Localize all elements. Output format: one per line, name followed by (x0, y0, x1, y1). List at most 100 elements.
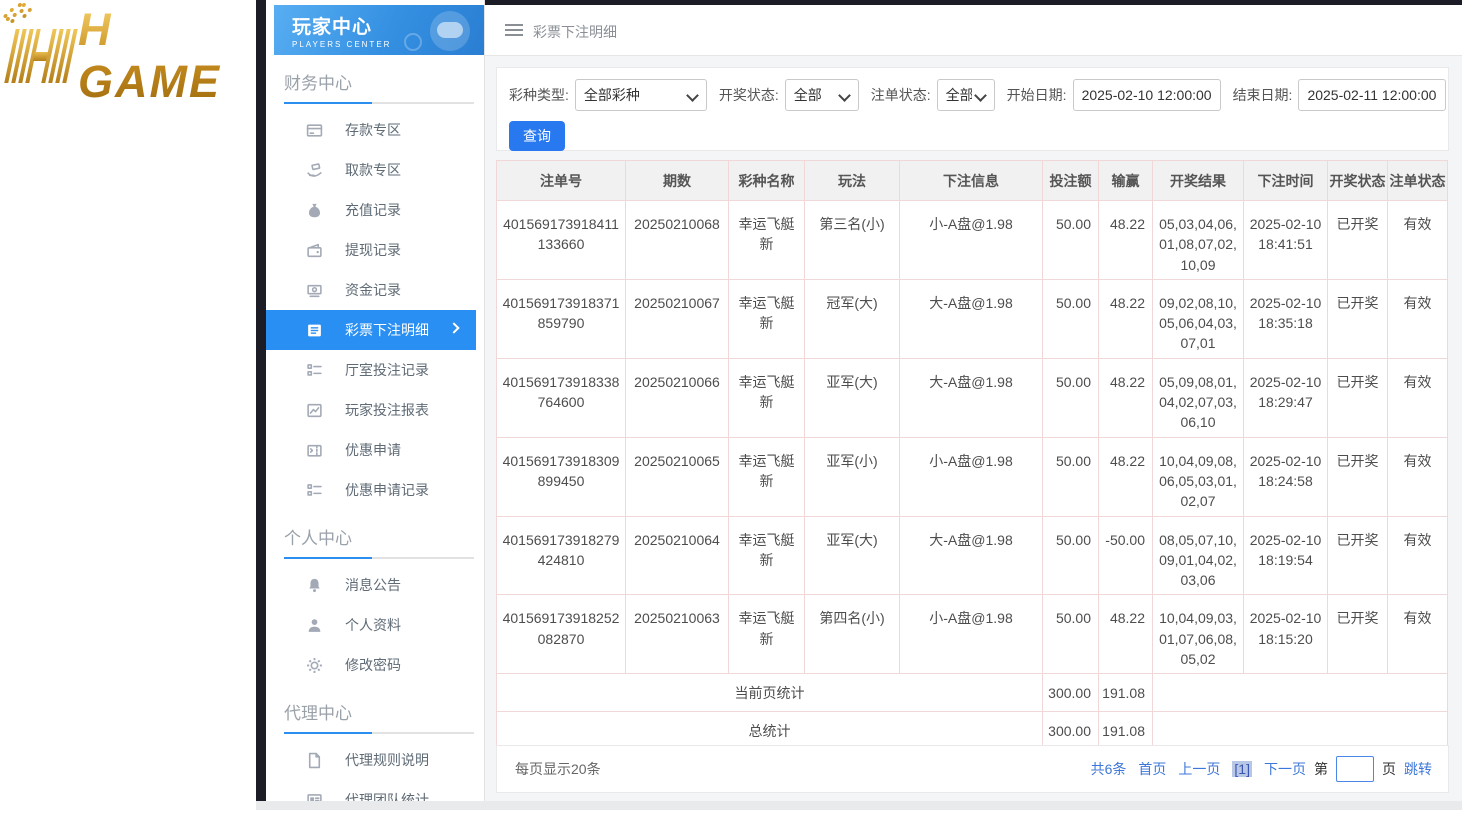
sidebar-item[interactable]: 充值记录 (266, 190, 484, 230)
sidebar-item[interactable]: 资金记录 (266, 270, 484, 310)
table-cell: 2025-02-10 18:24:58 (1244, 437, 1328, 516)
sidebar-item-label: 消息公告 (345, 575, 401, 595)
sidebar-item[interactable]: 个人资料 (266, 605, 484, 645)
sidebar-item[interactable]: 消息公告 (266, 565, 484, 605)
report-chart-icon (306, 402, 323, 419)
table-cell: 幸运飞艇新 (729, 201, 805, 280)
table-cell: 50.00 (1043, 279, 1099, 358)
user-icon (306, 617, 323, 634)
sidebar-item-label: 代理规则说明 (345, 750, 429, 770)
table-cell: 有效 (1388, 437, 1448, 516)
table-row: 40156917391830989945020250210065幸运飞艇新亚军(… (497, 437, 1448, 516)
sidebar-item[interactable]: 代理规则说明 (266, 740, 484, 780)
sidebar-item-label: 优惠申请 (345, 440, 401, 460)
hall-list-icon (306, 362, 323, 379)
first-page-link[interactable]: 首页 (1138, 759, 1166, 779)
column-header: 开奖状态 (1328, 161, 1388, 201)
draw-status-select[interactable]: 全部 (785, 79, 859, 111)
summary-label: 当前页统计 (497, 674, 1043, 712)
table-row: 40156917391833876460020250210066幸运飞艇新亚军(… (497, 358, 1448, 437)
sidebar-item-label: 个人资料 (345, 615, 401, 635)
table-cell: 20250210064 (626, 516, 729, 595)
table-cell: 已开奖 (1328, 516, 1388, 595)
jump-button[interactable]: 跳转 (1404, 759, 1432, 779)
document-icon (306, 752, 323, 769)
jump-page-input[interactable] (1336, 756, 1374, 782)
site-logo: H GAME (10, 24, 256, 88)
table-cell: 幸运飞艇新 (729, 516, 805, 595)
sidebar-item[interactable]: 玩家投注报表 (266, 390, 484, 430)
table-cell: 大-A盘@1.98 (900, 279, 1043, 358)
sidebar-item[interactable]: 厅室投注记录 (266, 350, 484, 390)
table-cell: 第三名(小) (805, 201, 900, 280)
next-page-link[interactable]: 下一页 (1264, 759, 1306, 779)
column-header: 玩法 (805, 161, 900, 201)
bell-icon (306, 577, 323, 594)
table-cell: 小-A盘@1.98 (900, 201, 1043, 280)
table-cell: 亚军(大) (805, 516, 900, 595)
sidebar-item[interactable]: 彩票下注明细 (266, 310, 476, 350)
table-cell: 小-A盘@1.98 (900, 595, 1043, 674)
column-header: 彩种名称 (729, 161, 805, 201)
sidebar-item-label: 厅室投注记录 (345, 360, 429, 380)
table-cell: 48.22 (1099, 279, 1153, 358)
hamburger-menu-icon[interactable] (505, 24, 523, 37)
table-cell: 小-A盘@1.98 (900, 437, 1043, 516)
sidebar-item[interactable]: 代理团队统计 (266, 780, 484, 820)
table-cell: 50.00 (1043, 595, 1099, 674)
left-pane: H GAME (0, 0, 256, 810)
circle-decoration-icon (404, 33, 422, 51)
table-cell: 50.00 (1043, 516, 1099, 595)
end-date-input[interactable] (1298, 79, 1446, 111)
summary-bet-total: 300.00 (1043, 674, 1099, 712)
bottom-strip (256, 801, 1462, 810)
table-cell: 有效 (1388, 595, 1448, 674)
sidebar-item[interactable]: 修改密码 (266, 645, 484, 685)
table-cell: 05,09,08,01,04,02,07,03,06,10 (1153, 358, 1244, 437)
table-row: 40156917391825208287020250210063幸运飞艇新第四名… (497, 595, 1448, 674)
table-cell: 幸运飞艇新 (729, 279, 805, 358)
current-page-badge: [1] (1232, 761, 1252, 777)
sidebar-item[interactable]: 取款专区 (266, 150, 484, 190)
table-cell: 48.22 (1099, 595, 1153, 674)
sidebar-section-title: 财务中心 (284, 69, 466, 102)
sidebar-item[interactable]: 优惠申请 (266, 430, 484, 470)
order-status-label: 注单状态: (871, 85, 931, 105)
table-cell: 401569173918309899450 (497, 437, 626, 516)
draw-status-label: 开奖状态: (719, 85, 779, 105)
end-date-label: 结束日期: (1233, 85, 1293, 105)
summary-row: 当前页统计300.00191.08 (497, 674, 1448, 712)
column-header: 下注信息 (900, 161, 1043, 201)
order-status-select[interactable]: 全部 (937, 79, 995, 111)
table-cell: 20250210068 (626, 201, 729, 280)
start-date-input[interactable] (1073, 79, 1221, 111)
logo-text: H GAME (78, 4, 256, 108)
table-cell: 401569173918252082870 (497, 595, 626, 674)
sidebar-item[interactable]: 存款专区 (266, 110, 484, 150)
sidebar-item-label: 彩票下注明细 (345, 320, 429, 340)
coupon-icon (306, 442, 323, 459)
sidebar-item-label: 取款专区 (345, 160, 401, 180)
table-cell: 已开奖 (1328, 358, 1388, 437)
table-cell: 亚军(大) (805, 358, 900, 437)
table-cell: 20250210065 (626, 437, 729, 516)
table-cell: 48.22 (1099, 201, 1153, 280)
sidebar-item-label: 优惠申请记录 (345, 480, 429, 500)
table-cell: 亚军(小) (805, 437, 900, 516)
sidebar-item[interactable]: 提现记录 (266, 230, 484, 270)
table-cell: 401569173918279424810 (497, 516, 626, 595)
table-cell: 幸运飞艇新 (729, 437, 805, 516)
sidebar-item[interactable]: 优惠申请记录 (266, 470, 484, 510)
section-underline (284, 102, 474, 104)
start-date-label: 开始日期: (1007, 85, 1067, 105)
query-button[interactable]: 查询 (509, 121, 565, 151)
summary-winloss-total: 191.08 (1099, 674, 1153, 712)
table-cell: 冠军(大) (805, 279, 900, 358)
table-cell: 20250210067 (626, 279, 729, 358)
sidebar-section-title: 个人中心 (284, 524, 466, 557)
sidebar-banner: 玩家中心 PLAYERS CENTER (274, 5, 484, 55)
lottery-type-select[interactable]: 全部彩种 (575, 79, 707, 111)
prev-page-link[interactable]: 上一页 (1178, 759, 1220, 779)
table-cell: 2025-02-10 18:29:47 (1244, 358, 1328, 437)
table-cell: 已开奖 (1328, 437, 1388, 516)
